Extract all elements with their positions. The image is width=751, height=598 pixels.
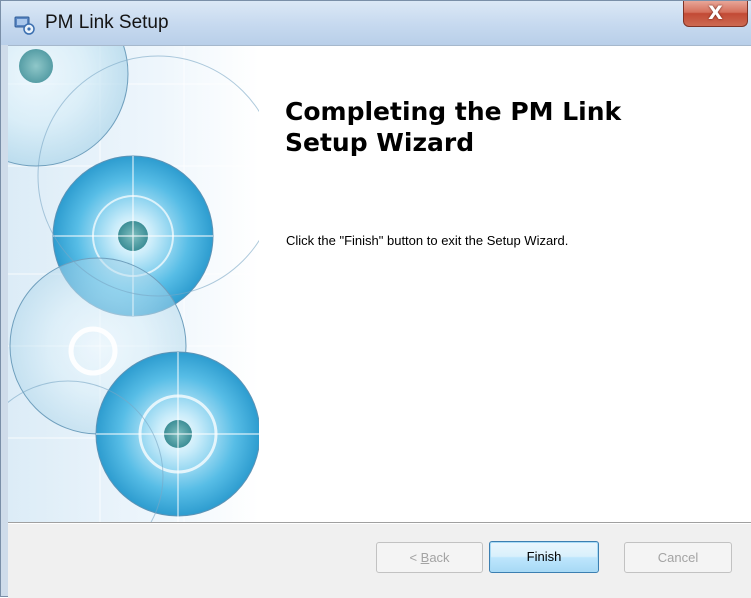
back-button[interactable]: < Back [376, 542, 483, 573]
back-button-label: ack [429, 550, 450, 565]
window-title: PM Link Setup [45, 12, 169, 33]
cancel-button[interactable]: Cancel [624, 542, 732, 573]
title-bar[interactable]: PM Link Setup X [1, 1, 751, 45]
wizard-heading: Completing the PM Link Setup Wizard [285, 96, 705, 158]
setup-window: PM Link Setup X Completing the PM Link S… [0, 0, 751, 598]
button-bar: < Back Finish Cancel [8, 524, 751, 598]
close-button[interactable]: X [683, 1, 748, 27]
wizard-side-image [8, 46, 259, 522]
wizard-client-area: Completing the PM Link Setup Wizard Clic… [8, 45, 751, 598]
wizard-message: Click the "Finish" button to exit the Se… [286, 233, 569, 248]
installer-icon [14, 15, 36, 35]
finish-button[interactable]: Finish [489, 541, 599, 573]
wizard-heading-line-1: Completing the PM Link [285, 97, 622, 126]
back-button-prefix: < [409, 550, 421, 565]
close-icon: X [708, 2, 723, 24]
wizard-heading-line-2: Setup Wizard [285, 128, 475, 157]
